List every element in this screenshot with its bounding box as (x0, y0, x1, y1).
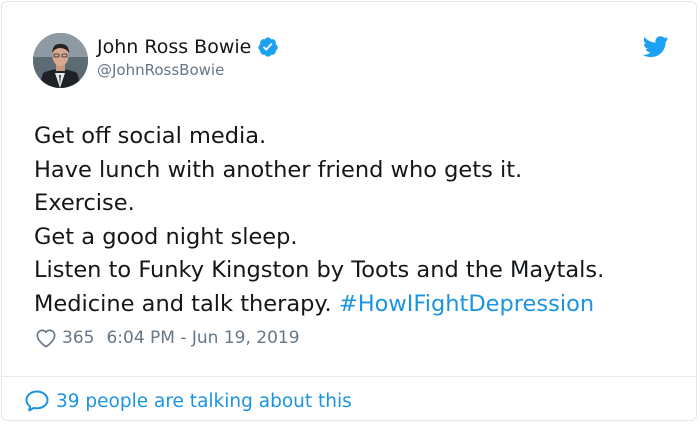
tweet-line: Get a good night sleep. (34, 223, 298, 250)
tweet-line: Listen to Funky Kingston by Toots and th… (34, 257, 605, 283)
divider (2, 376, 696, 377)
speech-bubble-icon (24, 389, 50, 413)
verified-badge-icon (257, 36, 279, 58)
hashtag-link[interactable]: #HowIFightDepression (339, 291, 594, 317)
avatar-image (33, 33, 88, 88)
tweet-text: Get off social media. Have lunch with an… (34, 120, 604, 321)
author-handle[interactable]: @JohnRossBowie (97, 60, 224, 80)
twitter-bird-icon[interactable] (642, 36, 669, 58)
tweet-line: Have lunch with another friend who gets … (34, 156, 523, 183)
talking-label[interactable]: 39 people are talking about this (56, 391, 352, 412)
like-count[interactable]: 365 (62, 328, 94, 348)
tweet-line: Get off social media. (34, 123, 267, 149)
talking-link[interactable]: 39 people are talking about this (24, 388, 352, 414)
tweet-line: Exercise. (34, 190, 135, 216)
heart-icon[interactable] (35, 328, 57, 348)
avatar[interactable] (33, 33, 88, 88)
author-display-name[interactable]: John Ross Bowie (97, 34, 251, 60)
tweet-card: John Ross Bowie @JohnRossBowie Get off s… (1, 1, 697, 421)
tweet-timestamp[interactable]: 6:04 PM - Jun 19, 2019 (106, 328, 299, 348)
tweet-line-text: Medicine and talk therapy. (34, 290, 339, 317)
tweet-line-last: Medicine and talk therapy. #HowIFightDep… (34, 288, 604, 322)
tweet-meta: 365 6:04 PM - Jun 19, 2019 (35, 325, 300, 351)
author-name-row[interactable]: John Ross Bowie (97, 34, 279, 60)
